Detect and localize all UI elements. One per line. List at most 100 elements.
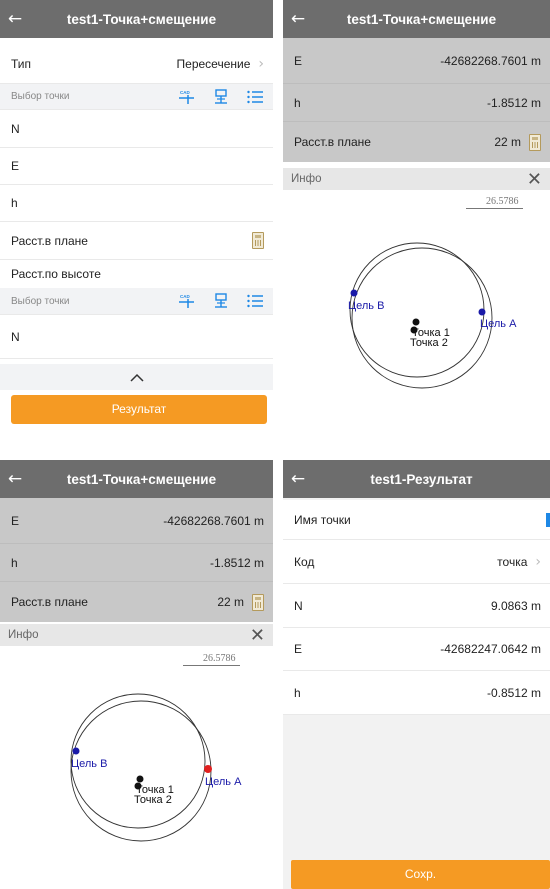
point-1-marker — [412, 318, 420, 326]
e-label: E — [11, 513, 20, 528]
info-label: Инфо — [291, 173, 322, 185]
calculator-icon[interactable] — [252, 232, 264, 249]
target-a-marker — [204, 765, 212, 773]
h-value: -0.8512 m — [486, 685, 541, 700]
list-icon[interactable] — [246, 89, 264, 105]
select-point-row-2: Выбор точки CAD — [0, 288, 273, 315]
app-header: ← test1-Точка+смещение — [0, 0, 273, 38]
e-row: E -42682268.7601 m — [283, 38, 550, 84]
back-arrow-icon[interactable]: ← — [283, 469, 313, 489]
point-2-label: Точка 2 — [134, 794, 172, 806]
dist-label: Расст.в плане — [294, 135, 371, 149]
h-label: h — [294, 95, 301, 110]
circle-b — [351, 247, 493, 389]
target-a-label: Цель A — [205, 776, 242, 788]
type-label: Тип — [11, 56, 32, 71]
result-button[interactable]: Результат — [11, 395, 267, 424]
select-point-row-1: Выбор точки CAD — [0, 84, 273, 110]
h-label: h — [11, 196, 18, 210]
dist-value: 22 m — [494, 135, 521, 149]
e-label: E — [294, 642, 303, 656]
chevron-up-icon — [129, 373, 144, 382]
survey-point-icon[interactable] — [212, 88, 230, 105]
chevron-right-icon: › — [535, 553, 541, 570]
back-arrow-icon[interactable]: ← — [0, 469, 30, 489]
target-a-marker — [478, 308, 486, 316]
e-row: E -42682268.7601 m — [0, 498, 273, 544]
dist-height-row[interactable]: Расст.по высоте — [0, 260, 273, 288]
circle-b — [70, 700, 212, 842]
h-value: -1.8512 m — [209, 555, 264, 570]
target-a-label: Цель A — [480, 318, 517, 330]
e-label: E — [294, 53, 303, 68]
calculator-icon[interactable] — [529, 133, 541, 151]
collapse-toggle[interactable] — [0, 364, 273, 390]
n-value: 9.0863 m — [490, 598, 541, 613]
e-value: -42682247.0642 m — [440, 642, 541, 656]
app-header: ← test1-Точка+смещение — [0, 460, 273, 498]
panel-result: ← test1-Результат Имя точки Код точка › … — [283, 460, 550, 889]
e-label: E — [11, 159, 20, 173]
panel-info-view-1: ← test1-Точка+смещение E -42682268.7601 … — [283, 0, 550, 437]
dist-height-label: Расст.по высоте — [11, 267, 101, 281]
list-icon[interactable] — [246, 293, 264, 309]
code-value: точка — [497, 554, 528, 569]
cad-icon-text: CAD — [180, 294, 190, 299]
h-row[interactable]: h — [0, 185, 273, 222]
close-icon[interactable]: ✕ — [527, 169, 542, 190]
survey-point-icon[interactable] — [212, 293, 230, 309]
intersection-diagram: Цель B Цель A Точка 1 Точка 2 — [70, 693, 242, 842]
code-label: Код — [294, 554, 315, 569]
h-label: h — [11, 555, 18, 570]
e-row[interactable]: E — [0, 148, 273, 185]
target-b-label: Цель B — [348, 300, 384, 312]
e-value: -42682268.7601 m — [163, 513, 264, 528]
panel-point-offset-input: ← test1-Точка+смещение Тип Пересечение ›… — [0, 0, 273, 437]
dist-plan-label: Расст.в плане — [11, 233, 88, 248]
n-label-2: N — [11, 329, 20, 344]
point-name-input[interactable] — [546, 512, 550, 527]
point-name-row[interactable]: Имя точки — [283, 500, 550, 540]
save-button[interactable]: Сохр. — [291, 860, 550, 889]
intersection-diagram: Цель B Цель A Точка 1 Точка 2 — [348, 242, 517, 389]
point-2-label: Точка 2 — [410, 337, 448, 349]
app-header: ← test1-Результат — [283, 460, 550, 498]
point-name-label: Имя точки — [294, 512, 351, 527]
scale-label: 26.5786 — [466, 196, 523, 209]
back-arrow-icon[interactable]: ← — [283, 9, 313, 29]
dist-row: Расст.в плане 22 m — [283, 122, 550, 162]
page-title: test1-Точка+смещение — [66, 471, 217, 487]
app-header: ← test1-Точка+смещение — [283, 0, 550, 38]
e-value: -42682268.7601 m — [440, 53, 541, 68]
n-row-2[interactable]: N — [0, 315, 273, 359]
code-row[interactable]: Код точка › — [283, 540, 550, 584]
target-b-marker — [72, 747, 80, 755]
n-row: N 9.0863 m — [283, 584, 550, 628]
cad-icon-text: CAD — [180, 90, 190, 95]
page-title: test1-Точка+смещение — [346, 11, 497, 27]
target-b-label: Цель B — [71, 758, 107, 770]
scale-label: 26.5786 — [183, 653, 240, 666]
page-title: test1-Точка+смещение — [66, 11, 217, 27]
h-value: -1.8512 m — [486, 95, 541, 110]
select-point-label-2: Выбор точки — [11, 295, 70, 307]
type-row[interactable]: Тип Пересечение › — [0, 44, 273, 84]
n-row[interactable]: N — [0, 110, 273, 148]
h-label: h — [294, 685, 301, 700]
page-title: test1-Результат — [370, 471, 473, 487]
h-row: h -1.8512 m — [283, 84, 550, 122]
chevron-right-icon: › — [258, 55, 264, 72]
cad-icon[interactable]: CAD — [178, 293, 196, 309]
info-label: Инфо — [8, 629, 39, 641]
n-label: N — [294, 598, 303, 613]
panel-info-view-2: ← test1-Точка+смещение E -42682268.7601 … — [0, 460, 273, 889]
close-icon[interactable]: ✕ — [250, 625, 265, 646]
e-row: E -42682247.0642 m — [283, 628, 550, 671]
dist-row: Расст.в плане 22 m — [0, 582, 273, 622]
cad-icon[interactable]: CAD — [178, 89, 196, 105]
select-point-label: Выбор точки — [11, 91, 70, 102]
dist-plan-row[interactable]: Расст.в плане — [0, 222, 273, 260]
calculator-icon[interactable] — [252, 593, 264, 611]
back-arrow-icon[interactable]: ← — [0, 9, 30, 29]
dist-label: Расст.в плане — [11, 595, 88, 609]
